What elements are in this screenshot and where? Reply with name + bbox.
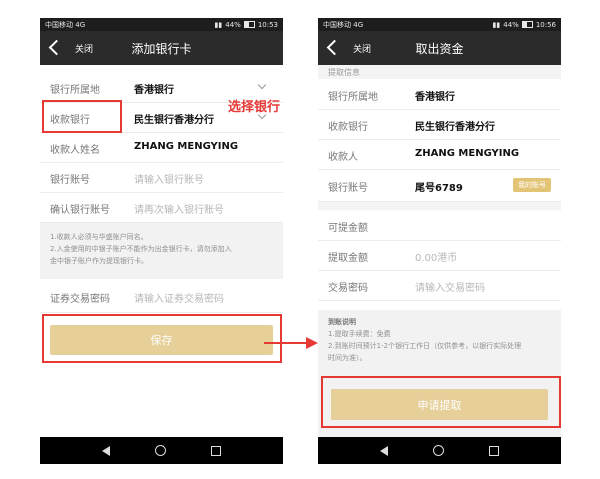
trade-password-input[interactable]: 证券交易密码 请输入证券交易密码 <box>40 280 283 313</box>
trade-password-input[interactable]: 交易密码 请输入交易密码 <box>318 270 561 301</box>
notice-line: 1.提取手续费：免费 <box>328 330 391 338</box>
signal-icon: ▮▮ <box>214 20 223 29</box>
section-header: 提取信息 <box>318 65 561 79</box>
status-bar: 中国移动 4G ▮▮ 44% 10:56 <box>318 18 561 31</box>
field-value: 尾号6789 <box>415 183 463 194</box>
field-label: 收款人姓名 <box>50 145 100 156</box>
page-title: 添加银行卡 <box>131 42 192 56</box>
input-placeholder: 请输入交易密码 <box>415 283 485 294</box>
field-label: 提取金额 <box>328 253 368 264</box>
field-label: 银行所属地 <box>328 92 378 103</box>
field-value: 民生银行香港分行 <box>415 122 495 133</box>
bank-account-row: 银行账号 尾号6789 我的账号 <box>318 169 561 202</box>
section-label: 提取信息 <box>328 68 360 77</box>
payee-name-field: 收款人姓名 ZHANG MENGYING <box>40 132 283 163</box>
highlight-save-button <box>42 314 282 363</box>
battery-percent: 44% <box>225 20 241 29</box>
clock: 10:56 <box>535 20 556 29</box>
divider <box>318 202 561 210</box>
field-label: 银行账号 <box>50 175 90 186</box>
field-label: 证券交易密码 <box>50 294 110 305</box>
battery-icon <box>521 21 533 28</box>
signal-icon: ▮▮ <box>492 20 501 29</box>
bank-region-row: 银行所属地 香港银行 <box>318 79 561 110</box>
notice-box: 1.收款人必须与华盛账户同名。 2.入金使用的中银子账户不能作为出金银行卡，请勿… <box>40 223 283 279</box>
field-value: 香港银行 <box>415 92 455 103</box>
highlight-submit-button <box>321 376 561 428</box>
battery-icon <box>243 21 255 28</box>
nav-recent-apps-icon[interactable] <box>488 445 499 456</box>
receiving-bank-row: 收款银行 民生银行香港分行 <box>318 109 561 140</box>
android-nav-bar <box>318 437 561 464</box>
status-right: ▮▮ 44% 10:53 <box>215 21 278 29</box>
field-label: 收款银行 <box>328 122 368 133</box>
annotation-select-bank: 选择银行 <box>228 100 281 115</box>
title-bar: 关闭 取出资金 <box>318 31 561 65</box>
my-account-badge[interactable]: 我的账号 <box>513 178 551 192</box>
nav-home-icon[interactable] <box>432 445 444 456</box>
field-label: 可提金额 <box>328 223 368 234</box>
notice-line: 时间为准）。 <box>328 354 367 362</box>
carrier-label: 中国移动 4G <box>323 20 364 29</box>
field-label: 收款人 <box>328 152 358 163</box>
field-label: 确认银行账号 <box>50 205 110 216</box>
nav-back-icon[interactable] <box>102 445 111 456</box>
nav-back-icon[interactable] <box>380 445 389 456</box>
field-value: ZHANG MENGYING <box>134 141 239 152</box>
highlight-receiving-bank <box>42 100 122 133</box>
notice-line: 2.到账时间预计1-2个银行工作日（仅供参考，以银行实际处理 <box>328 342 522 350</box>
input-placeholder: 请输入证券交易密码 <box>134 294 224 305</box>
field-label: 银行所属地 <box>50 85 100 96</box>
phone-screen-add-bank-card: 中国移动 4G ▮▮ 44% 10:53 关闭 添加银行卡 银行所属地 香港银行… <box>40 18 283 464</box>
nav-recent-apps-icon[interactable] <box>210 445 221 456</box>
input-placeholder: 请再次输入银行账号 <box>134 205 224 216</box>
status-bar: 中国移动 4G ▮▮ 44% 10:53 <box>40 18 283 31</box>
field-value: 香港银行 <box>134 85 174 96</box>
android-nav-bar <box>40 437 283 464</box>
arrow-right-icon <box>264 337 318 349</box>
title-bar: 关闭 添加银行卡 <box>40 31 283 65</box>
field-value: 民生银行香港分行 <box>134 115 214 126</box>
payee-row: 收款人 ZHANG MENGYING <box>318 139 561 170</box>
status-right: ▮▮ 44% 10:56 <box>493 21 556 29</box>
battery-percent: 44% <box>503 20 519 29</box>
field-value: ZHANG MENGYING <box>415 148 520 159</box>
input-placeholder: 请输入银行账号 <box>134 175 204 186</box>
account-number-input[interactable]: 银行账号 请输入银行账号 <box>40 162 283 193</box>
notice-line: 2.入金使用的中银子账户不能作为出金银行卡，请勿添加入 <box>50 245 232 253</box>
confirm-account-number-input[interactable]: 确认银行账号 请再次输入银行账号 <box>40 192 283 223</box>
chevron-down-icon <box>257 80 267 90</box>
input-placeholder: 0.00港币 <box>415 253 458 264</box>
field-label: 银行账号 <box>328 183 368 194</box>
notice-title: 到账说明 <box>328 318 356 326</box>
notice-line: 金中银子账户作为提现银行卡。 <box>50 257 148 265</box>
nav-home-icon[interactable] <box>154 445 166 456</box>
field-label: 交易密码 <box>328 283 368 294</box>
notice-line: 1.收款人必须与华盛账户同名。 <box>50 233 148 241</box>
withdraw-amount-input[interactable]: 提取金额 0.00港币 <box>318 240 561 271</box>
clock: 10:53 <box>257 20 278 29</box>
page-title: 取出资金 <box>415 42 464 56</box>
carrier-label: 中国移动 4G <box>45 20 86 29</box>
available-amount-row: 可提金额 <box>318 210 561 241</box>
